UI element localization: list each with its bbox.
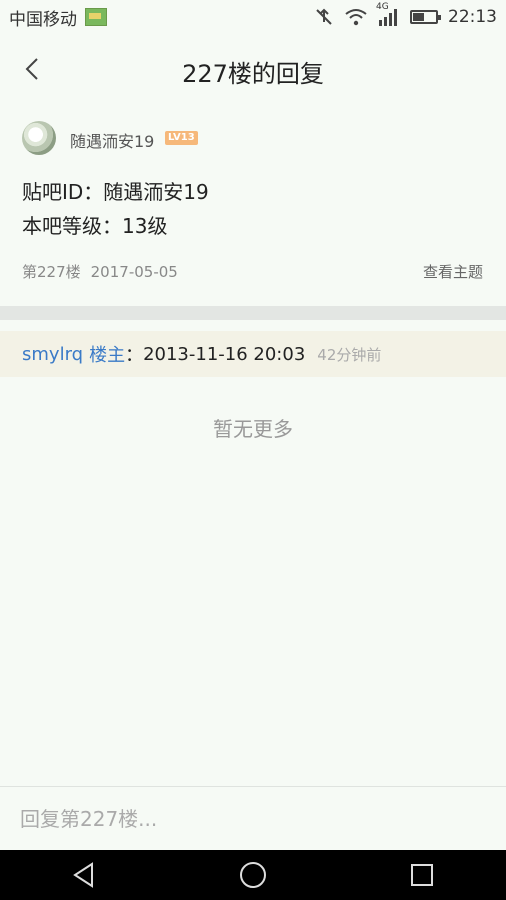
reply-item[interactable]: smylrq 楼主 ： 2013-11-16 20:03 42分钟前 — [0, 331, 506, 377]
system-back-button[interactable] — [66, 857, 102, 893]
floor-meta: 第227楼 2017-05-05 — [22, 261, 178, 282]
view-topic-link[interactable]: 查看主题 — [423, 261, 483, 282]
status-bar: 中国移动 4G 22:13 — [0, 0, 506, 34]
level-badge: LV13 — [165, 131, 198, 145]
avatar[interactable] — [22, 121, 56, 155]
signal-group: 4G — [376, 2, 400, 26]
post-content-line-2: 本吧等级：13级 — [22, 214, 168, 238]
reply-role: 楼主 — [89, 345, 126, 366]
battery-icon — [410, 10, 441, 24]
carrier-label: 中国移动 — [9, 9, 77, 30]
nav-bar: 227楼的回复 — [0, 34, 506, 104]
reply-text: 2013-11-16 20:03 — [143, 343, 306, 365]
floor-post: 随遇洏安19 LV13 贴吧ID：随遇洏安19 本吧等级：13级 第227楼 20… — [0, 104, 506, 304]
system-recents-button[interactable] — [404, 857, 440, 893]
status-right: 4G 22:13 — [314, 2, 497, 27]
post-content-line-1: 贴吧ID：随遇洏安19 — [22, 180, 209, 204]
network-type-label: 4G — [376, 2, 389, 12]
floor-number: 第227楼 — [22, 263, 81, 281]
reply-colon: ： — [125, 345, 144, 366]
square-recents-icon — [410, 864, 433, 886]
reply-time-ago: 42分钟前 — [317, 345, 382, 364]
system-nav-bar — [0, 850, 506, 900]
mute-icon — [316, 8, 332, 25]
page-title: 227楼的回复 — [182, 60, 324, 88]
carrier-image-icon — [85, 8, 107, 26]
section-divider — [0, 306, 506, 320]
status-left: 中国移动 — [9, 5, 107, 30]
system-home-button[interactable] — [235, 857, 271, 893]
reply-input[interactable] — [18, 797, 492, 841]
circle-home-icon — [239, 862, 266, 888]
post-date: 2017-05-05 — [90, 263, 178, 281]
username[interactable]: 随遇洏安19 — [70, 128, 154, 152]
wifi-icon — [345, 9, 367, 26]
no-more-text: 暂无更多 — [213, 417, 293, 441]
clock: 22:13 — [448, 7, 497, 27]
reply-input-bar — [0, 786, 506, 850]
reply-username[interactable]: smylrq — [22, 344, 83, 365]
triangle-back-icon — [73, 862, 94, 888]
